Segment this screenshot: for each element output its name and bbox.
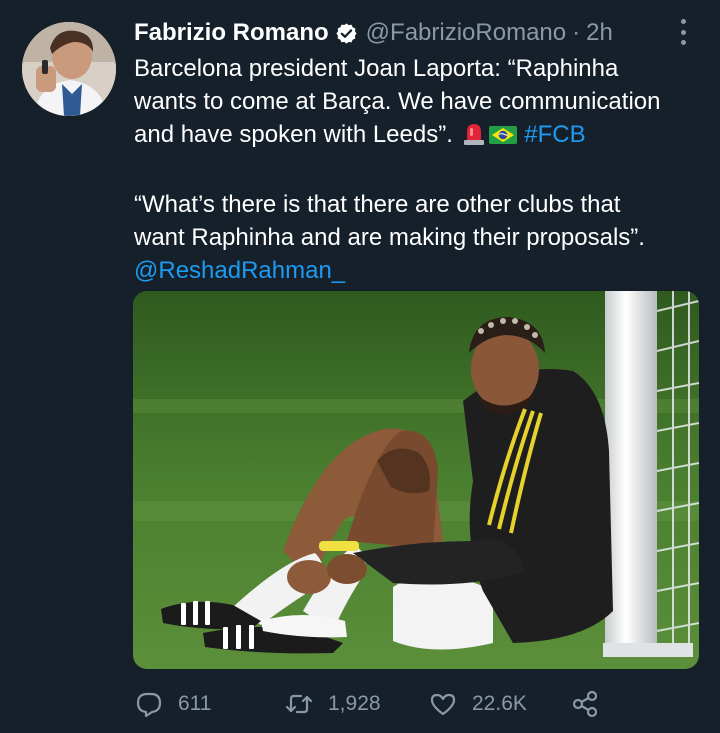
photo-image [133,291,699,669]
action-bar: 611 1,928 22.6K [134,684,614,724]
more-options-icon[interactable] [672,19,694,45]
avatar-image [22,22,116,116]
brazil-flag-icon [488,122,517,155]
reply-button[interactable]: 611 [134,684,211,724]
tweet-media-photo[interactable] [133,291,699,669]
police-light-icon [461,120,487,155]
author-name[interactable]: Fabrizio Romano [134,19,329,47]
like-count: 22.6K [472,692,527,715]
heart-icon [428,689,458,719]
like-button[interactable]: 22.6K [428,684,527,724]
verified-badge-icon [335,22,358,45]
retweet-icon [284,689,314,719]
reply-count: 611 [178,692,212,715]
avatar[interactable] [22,22,116,116]
tweet-text: Barcelona president Joan Laporta: “Raphi… [134,52,704,287]
tweet-line: and have spoken with Leeds”. #FCB [134,118,704,155]
reply-icon [134,689,164,719]
share-button[interactable] [570,684,600,724]
retweet-button[interactable]: 1,928 [284,684,381,724]
mention-link[interactable]: @ReshadRahman_ [134,257,345,284]
separator-dot: · [572,19,581,46]
tweet-line: wants to come at Barça. We have communic… [134,88,661,115]
tweet-line: @ReshadRahman_ [134,254,704,287]
tweet-line: “What’s there is that there are other cl… [134,191,621,218]
share-icon [570,689,600,719]
retweet-count: 1,928 [328,692,381,715]
tweet: Fabrizio Romano @FabrizioRomano · 2h Bar… [0,0,720,733]
tweet-line-text: and have spoken with Leeds”. [134,121,453,148]
tweet-timestamp[interactable]: 2h [586,19,613,47]
tweet-line: want Raphinha and are making their propo… [134,224,645,251]
author-handle[interactable]: @FabrizioRomano [366,19,566,47]
tweet-header: Fabrizio Romano @FabrizioRomano · 2h [134,16,613,50]
tweet-line: Barcelona president Joan Laporta: “Raphi… [134,55,619,82]
hashtag-link[interactable]: #FCB [524,121,585,148]
